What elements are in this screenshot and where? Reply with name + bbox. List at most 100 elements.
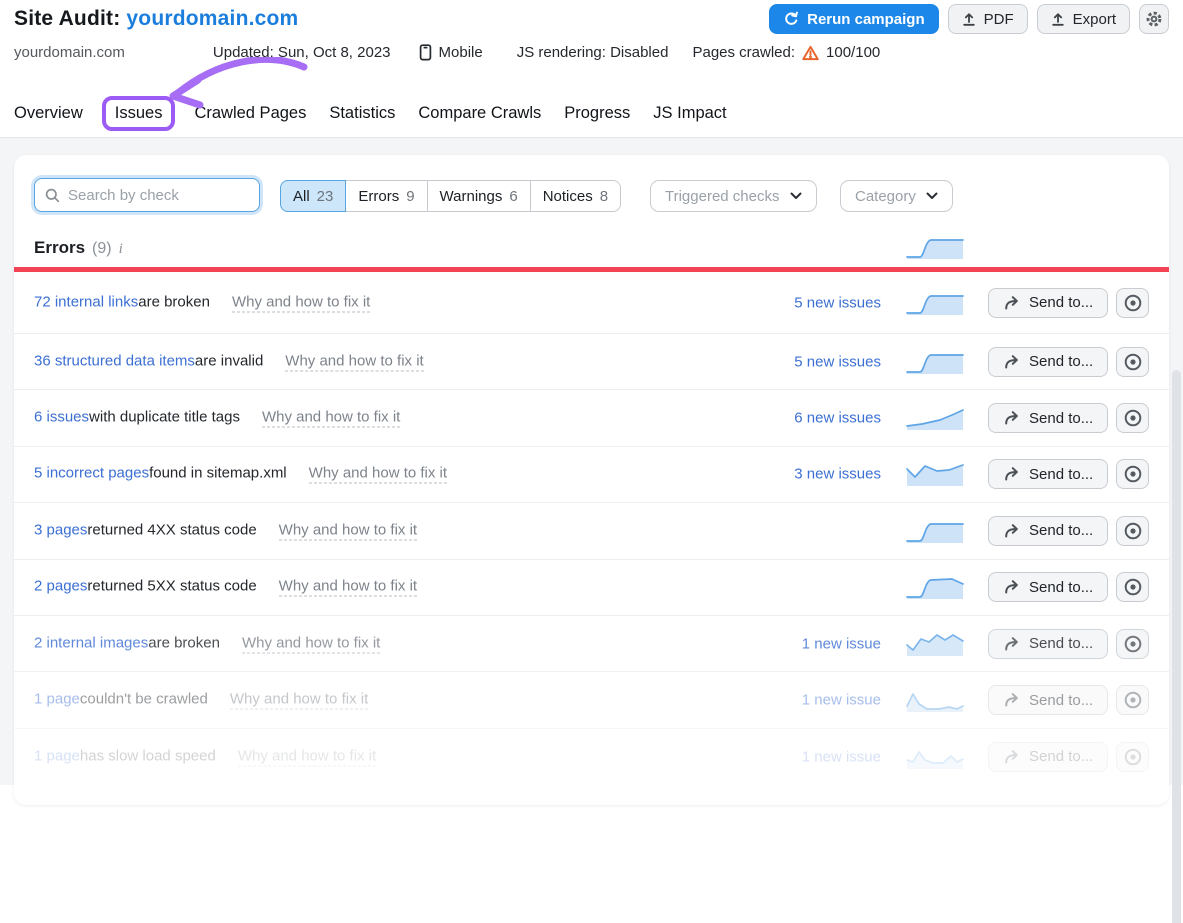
meta-updated: Updated: Sun, Oct 8, 2023 (213, 44, 391, 61)
new-issues-link[interactable]: 5 new issues (794, 353, 881, 370)
issue-trend-sparkline (906, 518, 964, 544)
page-scrollbar[interactable] (1172, 370, 1181, 923)
issue-description: couldn't be crawled (80, 691, 208, 708)
search-icon (45, 188, 60, 203)
pages-crawled-value: 100/100 (826, 44, 880, 61)
send-to-button[interactable]: Send to... (988, 403, 1108, 433)
issue-description: found in sitemap.xml (149, 465, 287, 482)
issue-text: 1 page couldn't be crawled Why and how t… (34, 691, 368, 710)
tab-overview[interactable]: Overview (14, 96, 83, 131)
issue-link[interactable]: 2 internal images (34, 634, 148, 651)
issue-link[interactable]: 5 incorrect pages (34, 465, 149, 482)
send-to-button[interactable]: Send to... (988, 629, 1108, 659)
why-how-to-fix-link[interactable]: Why and how to fix it (285, 352, 423, 371)
hide-issue-button[interactable] (1116, 572, 1149, 602)
page-title: Site Audit: yourdomain.com (14, 7, 298, 31)
send-to-button[interactable]: Send to... (988, 516, 1108, 546)
hide-issue-button[interactable] (1116, 685, 1149, 715)
errors-section-header: Errors (9) i (34, 238, 123, 258)
send-to-button[interactable]: Send to... (988, 572, 1108, 602)
send-to-label: Send to... (1029, 748, 1093, 765)
issue-link[interactable]: 3 pages (34, 521, 87, 538)
send-to-button[interactable]: Send to... (988, 347, 1108, 377)
triggered-checks-dropdown[interactable]: Triggered checks (650, 180, 817, 212)
issue-text: 36 structured data items are invalid Why… (34, 352, 424, 371)
pdf-button[interactable]: PDF (948, 4, 1028, 34)
page-title-label: Site Audit: (14, 7, 120, 30)
issue-trend-sparkline (906, 349, 964, 375)
send-to-label: Send to... (1029, 466, 1093, 483)
eye-icon (1122, 690, 1144, 710)
why-how-to-fix-link[interactable]: Why and how to fix it (279, 521, 417, 540)
eye-icon (1122, 521, 1144, 541)
why-how-to-fix-link[interactable]: Why and how to fix it (238, 747, 376, 766)
filter-segment-errors[interactable]: Errors9 (346, 180, 427, 212)
export-button[interactable]: Export (1037, 4, 1130, 34)
hide-issue-button[interactable] (1116, 288, 1149, 318)
why-how-to-fix-link[interactable]: Why and how to fix it (242, 634, 380, 653)
issue-row: 2 pages returned 5XX status code Why and… (14, 560, 1169, 616)
issue-link[interactable]: 72 internal links (34, 293, 138, 310)
meta-device-label: Mobile (439, 44, 483, 61)
page-title-domain: yourdomain.com (126, 7, 298, 30)
issues-card: All23Errors9Warnings6Notices8 Triggered … (14, 155, 1169, 805)
issue-row: 1 page couldn't be crawled Why and how t… (14, 672, 1169, 728)
search-input[interactable] (68, 187, 267, 204)
hide-issue-button[interactable] (1116, 742, 1149, 772)
mobile-icon (419, 44, 432, 61)
hide-issue-button[interactable] (1116, 403, 1149, 433)
why-how-to-fix-link[interactable]: Why and how to fix it (232, 293, 370, 312)
tab-statistics[interactable]: Statistics (329, 96, 395, 131)
filter-segment-all[interactable]: All23 (280, 180, 346, 212)
new-issues-link[interactable]: 3 new issues (794, 466, 881, 483)
filter-segment-warnings[interactable]: Warnings6 (428, 180, 531, 212)
send-to-button[interactable]: Send to... (988, 459, 1108, 489)
issue-link[interactable]: 6 issues (34, 409, 89, 426)
issue-trend-sparkline (906, 574, 964, 600)
filter-segment-notices[interactable]: Notices8 (531, 180, 621, 212)
issue-link[interactable]: 36 structured data items (34, 352, 195, 369)
category-dropdown[interactable]: Category (840, 180, 953, 212)
send-to-button[interactable]: Send to... (988, 742, 1108, 772)
tab-compare-crawls[interactable]: Compare Crawls (418, 96, 541, 131)
send-to-label: Send to... (1029, 410, 1093, 427)
errors-section-title: Errors (34, 238, 85, 258)
new-issues-link[interactable]: 1 new issue (802, 635, 881, 652)
send-arrow-icon (1003, 692, 1020, 708)
severity-filter-group: All23Errors9Warnings6Notices8 (280, 180, 621, 212)
new-issues-link[interactable]: 1 new issue (802, 748, 881, 765)
why-how-to-fix-link[interactable]: Why and how to fix it (309, 465, 447, 484)
issue-link[interactable]: 2 pages (34, 578, 87, 595)
issue-row: 2 internal images are broken Why and how… (14, 616, 1169, 672)
tab-crawled-pages[interactable]: Crawled Pages (194, 96, 306, 131)
why-how-to-fix-link[interactable]: Why and how to fix it (262, 409, 400, 428)
errors-trend-sparkline (906, 234, 964, 260)
issue-trend-sparkline (906, 687, 964, 713)
new-issues-link[interactable]: 6 new issues (794, 410, 881, 427)
new-issues-link[interactable]: 5 new issues (794, 294, 881, 311)
hide-issue-button[interactable] (1116, 516, 1149, 546)
send-to-label: Send to... (1029, 635, 1093, 652)
settings-button[interactable] (1139, 4, 1169, 34)
tab-progress[interactable]: Progress (564, 96, 630, 131)
issue-link[interactable]: 1 page (34, 691, 80, 708)
rerun-campaign-label: Rerun campaign (807, 11, 925, 28)
rerun-campaign-button[interactable]: Rerun campaign (769, 4, 939, 34)
why-how-to-fix-link[interactable]: Why and how to fix it (279, 578, 417, 597)
send-to-button[interactable]: Send to... (988, 685, 1108, 715)
send-arrow-icon (1003, 466, 1020, 482)
hide-issue-button[interactable] (1116, 459, 1149, 489)
send-to-button[interactable]: Send to... (988, 288, 1108, 318)
why-how-to-fix-link[interactable]: Why and how to fix it (230, 691, 368, 710)
new-issues-link[interactable]: 1 new issue (802, 692, 881, 709)
issue-link[interactable]: 1 page (34, 747, 80, 764)
send-arrow-icon (1003, 523, 1020, 539)
hide-issue-button[interactable] (1116, 347, 1149, 377)
tab-issues[interactable]: Issues (102, 96, 176, 131)
hide-issue-button[interactable] (1116, 629, 1149, 659)
info-icon[interactable]: i (119, 241, 123, 258)
tab-js-impact[interactable]: JS Impact (653, 96, 726, 131)
page-header: Site Audit: yourdomain.com Rerun campaign… (0, 0, 1183, 138)
chevron-down-icon (926, 192, 938, 200)
issue-trend-sparkline (906, 744, 964, 770)
